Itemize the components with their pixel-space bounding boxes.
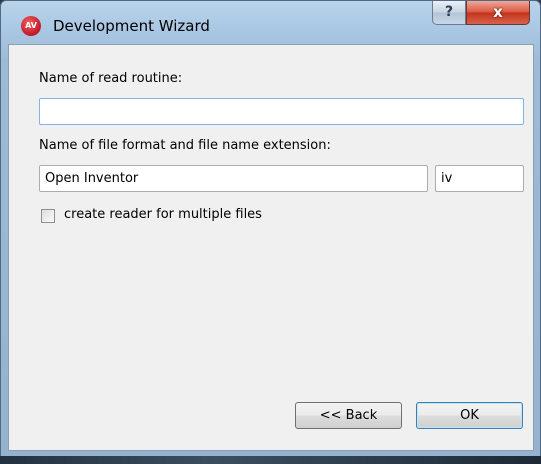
routine-name-input[interactable] — [39, 98, 524, 125]
back-button[interactable]: << Back — [295, 402, 402, 429]
close-button[interactable]: x — [466, 1, 530, 25]
window-title: Development Wizard — [53, 17, 210, 35]
dialog-client-area: Name of read routine: Name of file forma… — [8, 44, 534, 451]
file-format-input[interactable]: Open Inventor — [39, 165, 428, 192]
background-strip — [0, 456, 541, 464]
multiple-files-checkbox[interactable] — [41, 209, 55, 223]
multiple-files-label[interactable]: create reader for multiple files — [64, 207, 262, 222]
routine-name-label: Name of read routine: — [39, 71, 183, 86]
help-button[interactable]: ? — [432, 1, 466, 25]
app-logo-icon: AV — [21, 16, 41, 36]
file-format-label: Name of file format and file name extens… — [39, 138, 331, 153]
ok-button[interactable]: OK — [416, 402, 523, 429]
file-extension-input[interactable]: iv — [435, 165, 524, 192]
title-bar[interactable]: AV Development Wizard ? x — [1, 1, 540, 41]
question-mark-icon: ? — [444, 4, 454, 20]
dialog-window: AV Development Wizard ? x Name of read r… — [0, 0, 541, 458]
close-icon: x — [493, 3, 503, 21]
